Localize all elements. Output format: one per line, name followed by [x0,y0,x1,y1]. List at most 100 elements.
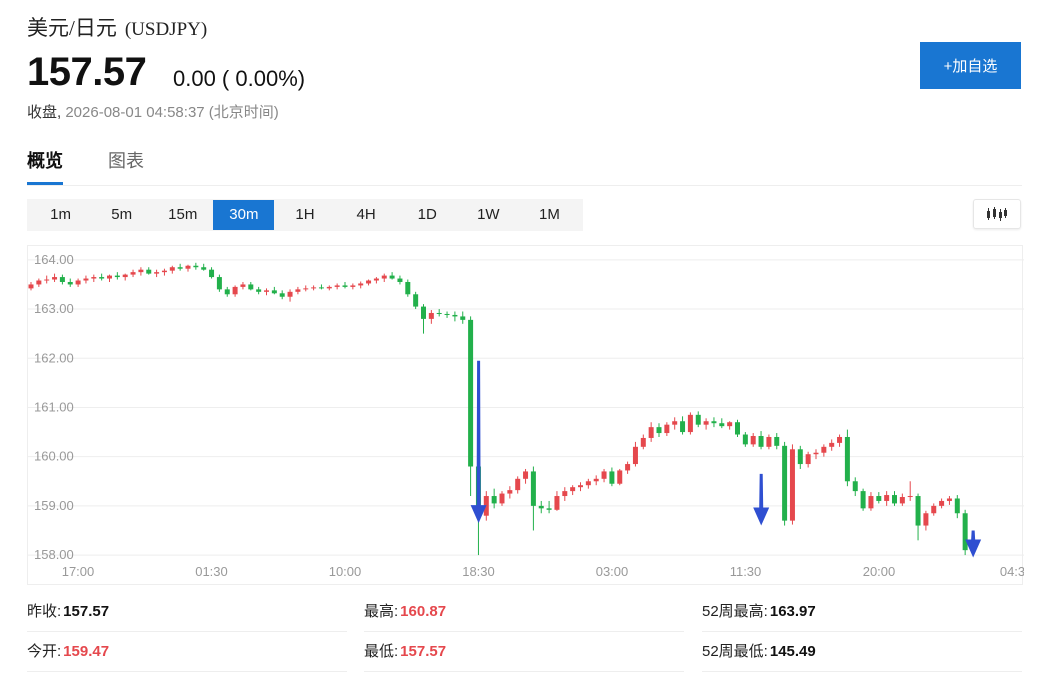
candle-body [719,423,725,427]
instrument-title: 美元/日元 (USDJPY) [27,12,207,42]
candle-body [436,312,442,314]
candle-body [232,286,238,295]
candle-body [515,478,521,491]
interval-selector: 1m 5m 15m 30m 1H 4H 1D 1W 1M [27,199,583,231]
chart-type-button[interactable] [973,199,1021,229]
candle-body [114,275,120,278]
candle-body [837,436,843,443]
candle-body [28,284,34,289]
last-price: 157.57 [27,50,147,94]
y-tick-label: 160.00 [34,449,74,464]
candle-body [884,495,890,501]
interval-1mo[interactable]: 1M [519,200,580,230]
candle-body [342,285,348,287]
candle-body [640,437,646,447]
candle-body [499,493,505,504]
interval-1m[interactable]: 1m [30,200,91,230]
candle-body [358,283,364,286]
interval-30m[interactable]: 30m [213,200,275,230]
candle-body [83,278,89,281]
y-tick-label: 161.00 [34,399,74,414]
candle-body [460,316,466,320]
candle-body [154,272,160,274]
price-change: 0.00 ( 0.00%) [173,66,306,91]
status-timestamp: 2026-08-01 04:58:37 (北京时间) [65,104,279,121]
stat-value: 145.49 [769,643,816,660]
candle-body [813,452,819,455]
candle-body [915,496,921,526]
candle-body [664,424,670,434]
tab-overview[interactable]: 概览 [27,148,63,185]
tab-bar: 概览 图表 [27,148,1022,186]
stat-low: 最低: 157.57 [364,632,684,672]
candle-body [648,427,654,438]
candle-body [373,278,379,281]
candle-body [939,500,945,506]
candle-body [562,491,568,497]
add-watchlist-button[interactable]: +加自选 [920,42,1021,89]
x-tick-label: 03:00 [596,564,629,579]
candle-body [122,274,128,278]
candle-body [797,449,803,465]
candle-body [185,265,191,269]
stat-value: 157.57 [63,603,110,620]
stat-prev-close: 昨收: 157.57 [27,592,347,632]
candle-body [44,279,50,281]
candle-body [554,496,560,510]
interval-1h[interactable]: 1H [274,200,335,230]
candle-body [209,269,215,278]
interval-4h[interactable]: 4H [336,200,397,230]
candlestick-icon [987,207,1007,221]
candle-body [146,269,152,274]
candle-body [954,498,960,514]
candle-body [201,267,207,270]
stat-52w-high: 52周最高: 163.97 [702,592,1022,632]
price-chart[interactable]: 164.00 163.00 162.00 161.00 160.00 159.00 158.… [27,245,1024,585]
stat-label: 最高: [364,603,399,620]
candle-body [907,496,913,498]
interval-15m[interactable]: 15m [152,200,213,230]
candle-body [805,454,811,465]
candle-body [601,471,607,479]
candle-body [852,481,858,492]
x-tick-label: 04:3 [1000,564,1024,579]
candle-body [130,272,136,275]
candle-body [625,464,631,471]
candle-body [523,471,529,479]
candle-body [334,285,340,287]
stat-label: 今开: [27,643,62,660]
candle-body [389,275,395,279]
candle-body [735,422,740,435]
candle-body [656,427,662,434]
candle-body [295,289,301,292]
down-arrow-annotation [753,473,770,526]
stat-value: 163.97 [769,603,816,620]
x-tick-label: 11:30 [730,564,762,579]
stat-label: 52周最低: [702,643,768,660]
y-tick-label: 164.00 [34,252,74,267]
candle-body [593,478,599,482]
candle-body [381,275,387,279]
candle-body [695,414,701,425]
candle-body [413,294,419,307]
candle-body [279,293,285,297]
candle-body [860,491,866,509]
candle-body [177,267,183,269]
interval-1w[interactable]: 1W [458,200,519,230]
candle-body [256,289,262,292]
interval-5m[interactable]: 5m [91,200,152,230]
x-tick-label: 18:30 [462,564,495,579]
candle-body [742,434,748,445]
candle-body [36,280,42,285]
candle-body [899,497,905,504]
candle-body [687,414,693,433]
candle-body [829,442,835,447]
candle-body [240,284,246,287]
candle-body [138,269,144,273]
tab-chart[interactable]: 图表 [108,148,144,185]
candle-body [758,436,764,447]
candle-body [782,445,788,521]
candle-body [727,422,733,427]
interval-1d[interactable]: 1D [397,200,458,230]
stat-high: 最高: 160.87 [364,592,684,632]
